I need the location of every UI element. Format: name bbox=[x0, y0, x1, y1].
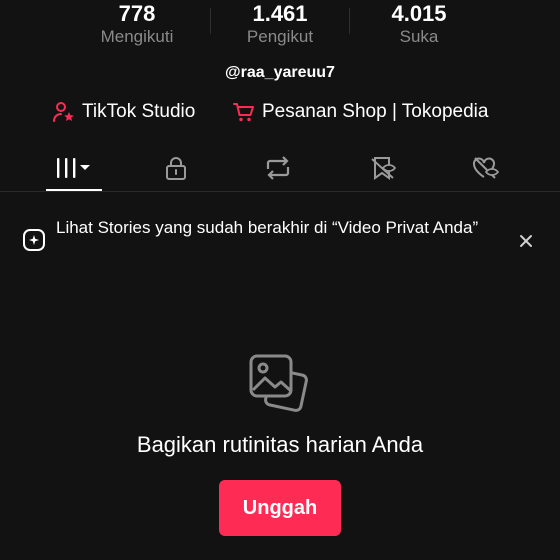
stories-icon bbox=[23, 229, 45, 251]
shopping-cart-icon bbox=[233, 103, 254, 122]
tab-favorites[interactable] bbox=[348, 145, 418, 191]
tab-videos[interactable] bbox=[39, 145, 109, 191]
photos-icon bbox=[249, 354, 308, 412]
username: @raa_yareuu7 bbox=[225, 64, 335, 81]
upload-button[interactable]: Unggah bbox=[219, 480, 341, 536]
stat-following[interactable]: 778 Mengikuti bbox=[62, 0, 212, 48]
stat-followers-label: Pengikut bbox=[246, 27, 314, 46]
profile-page: 778 Mengikuti 1.461 Pengikut 4.015 Suka … bbox=[0, 0, 560, 560]
stories-notice[interactable]: Lihat Stories yang sudah berakhir di “Vi… bbox=[0, 212, 560, 268]
grid-icon bbox=[57, 158, 90, 178]
close-icon[interactable] bbox=[514, 229, 538, 253]
content-tabs bbox=[0, 145, 560, 191]
stat-likes-value: 4.015 bbox=[391, 1, 447, 26]
tiktok-studio-link[interactable]: TikTok Studio bbox=[52, 98, 195, 126]
empty-state-title: Bagikan rutinitas harian Anda bbox=[136, 432, 424, 457]
shop-orders-link[interactable]: Pesanan Shop | Tokopedia bbox=[232, 98, 488, 126]
profile-stats: 778 Mengikuti 1.461 Pengikut 4.015 Suka bbox=[0, 0, 560, 52]
shop-orders-label: Pesanan Shop | Tokopedia bbox=[262, 101, 489, 122]
tabs-divider bbox=[0, 191, 560, 192]
profile-links: TikTok Studio Pesanan Shop | Tokopedia bbox=[0, 98, 560, 126]
repost-icon bbox=[266, 156, 290, 180]
user-star-icon bbox=[53, 102, 74, 122]
stat-following-label: Mengikuti bbox=[100, 27, 174, 46]
stat-likes[interactable]: 4.015 Suka bbox=[344, 0, 494, 48]
tiktok-studio-label: TikTok Studio bbox=[82, 101, 196, 122]
stat-likes-label: Suka bbox=[399, 27, 439, 46]
tab-private[interactable] bbox=[141, 145, 211, 191]
bookmark-icon bbox=[371, 157, 397, 180]
heart-icon bbox=[473, 157, 500, 179]
stat-followers[interactable]: 1.461 Pengikut bbox=[205, 0, 355, 48]
stat-followers-value: 1.461 bbox=[252, 1, 308, 26]
tab-liked[interactable] bbox=[451, 145, 521, 191]
stories-notice-text: Lihat Stories yang sudah berakhir di “Vi… bbox=[56, 218, 479, 237]
stat-following-value: 778 bbox=[118, 1, 156, 26]
chevron-down-icon bbox=[80, 165, 90, 170]
tab-reposts[interactable] bbox=[243, 145, 313, 191]
lock-icon bbox=[166, 157, 186, 180]
